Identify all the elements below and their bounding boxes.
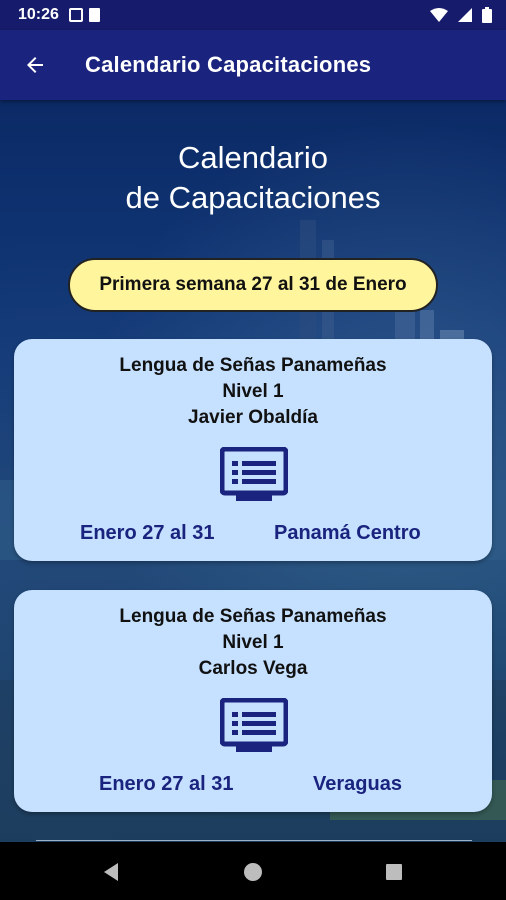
gmail-icon <box>68 8 83 22</box>
app-bar: Calendario Capacitaciones <box>0 30 506 100</box>
heading-line-1: Calendario <box>178 140 328 175</box>
back-arrow-icon <box>27 57 43 73</box>
heading-line-2: de Capacitaciones <box>125 180 381 215</box>
status-notifications <box>68 8 100 22</box>
course-level: Nivel 1 <box>222 632 284 653</box>
page-heading: Calendario de Capacitaciones <box>0 138 506 218</box>
list-divider <box>36 840 472 841</box>
back-button[interactable] <box>15 45 55 85</box>
presentation-screen-icon <box>220 447 288 501</box>
card-title: Lengua de Señas Panameñas Nivel 1 Carlos… <box>14 604 492 682</box>
nav-home-icon[interactable] <box>241 860 265 884</box>
status-bar: 10:26 <box>0 0 506 30</box>
training-card[interactable]: Lengua de Señas Panameñas Nivel 1 Javier… <box>14 339 492 561</box>
main-content[interactable]: Calendario de Capacitaciones Primera sem… <box>0 100 506 842</box>
card-dates: Enero 27 al 31 <box>99 773 234 795</box>
status-time: 10:26 <box>18 6 59 23</box>
course-name: Lengua de Señas Panameñas <box>119 606 387 627</box>
sim-card-icon <box>88 8 100 22</box>
status-indicators <box>430 7 492 23</box>
card-location: Panamá Centro <box>274 522 421 544</box>
nav-back-icon[interactable] <box>100 860 124 884</box>
card-title: Lengua de Señas Panameñas Nivel 1 Javier… <box>14 353 492 431</box>
card-dates: Enero 27 al 31 <box>80 522 215 544</box>
training-card[interactable]: Lengua de Señas Panameñas Nivel 1 Carlos… <box>14 590 492 812</box>
signal-icon <box>458 8 472 22</box>
instructor-name: Carlos Vega <box>198 658 308 679</box>
wifi-icon <box>430 8 448 22</box>
nav-recents-icon[interactable] <box>382 860 406 884</box>
app-title: Calendario Capacitaciones <box>85 52 372 77</box>
instructor-name: Javier Obaldía <box>188 407 318 428</box>
system-nav-bar <box>0 842 506 900</box>
card-location: Veraguas <box>313 773 402 795</box>
course-name: Lengua de Señas Panameñas <box>119 355 387 376</box>
presentation-screen-icon <box>220 698 288 752</box>
course-level: Nivel 1 <box>222 381 284 402</box>
week-label: Primera semana 27 al 31 de Enero <box>68 258 438 312</box>
battery-icon <box>482 7 492 23</box>
